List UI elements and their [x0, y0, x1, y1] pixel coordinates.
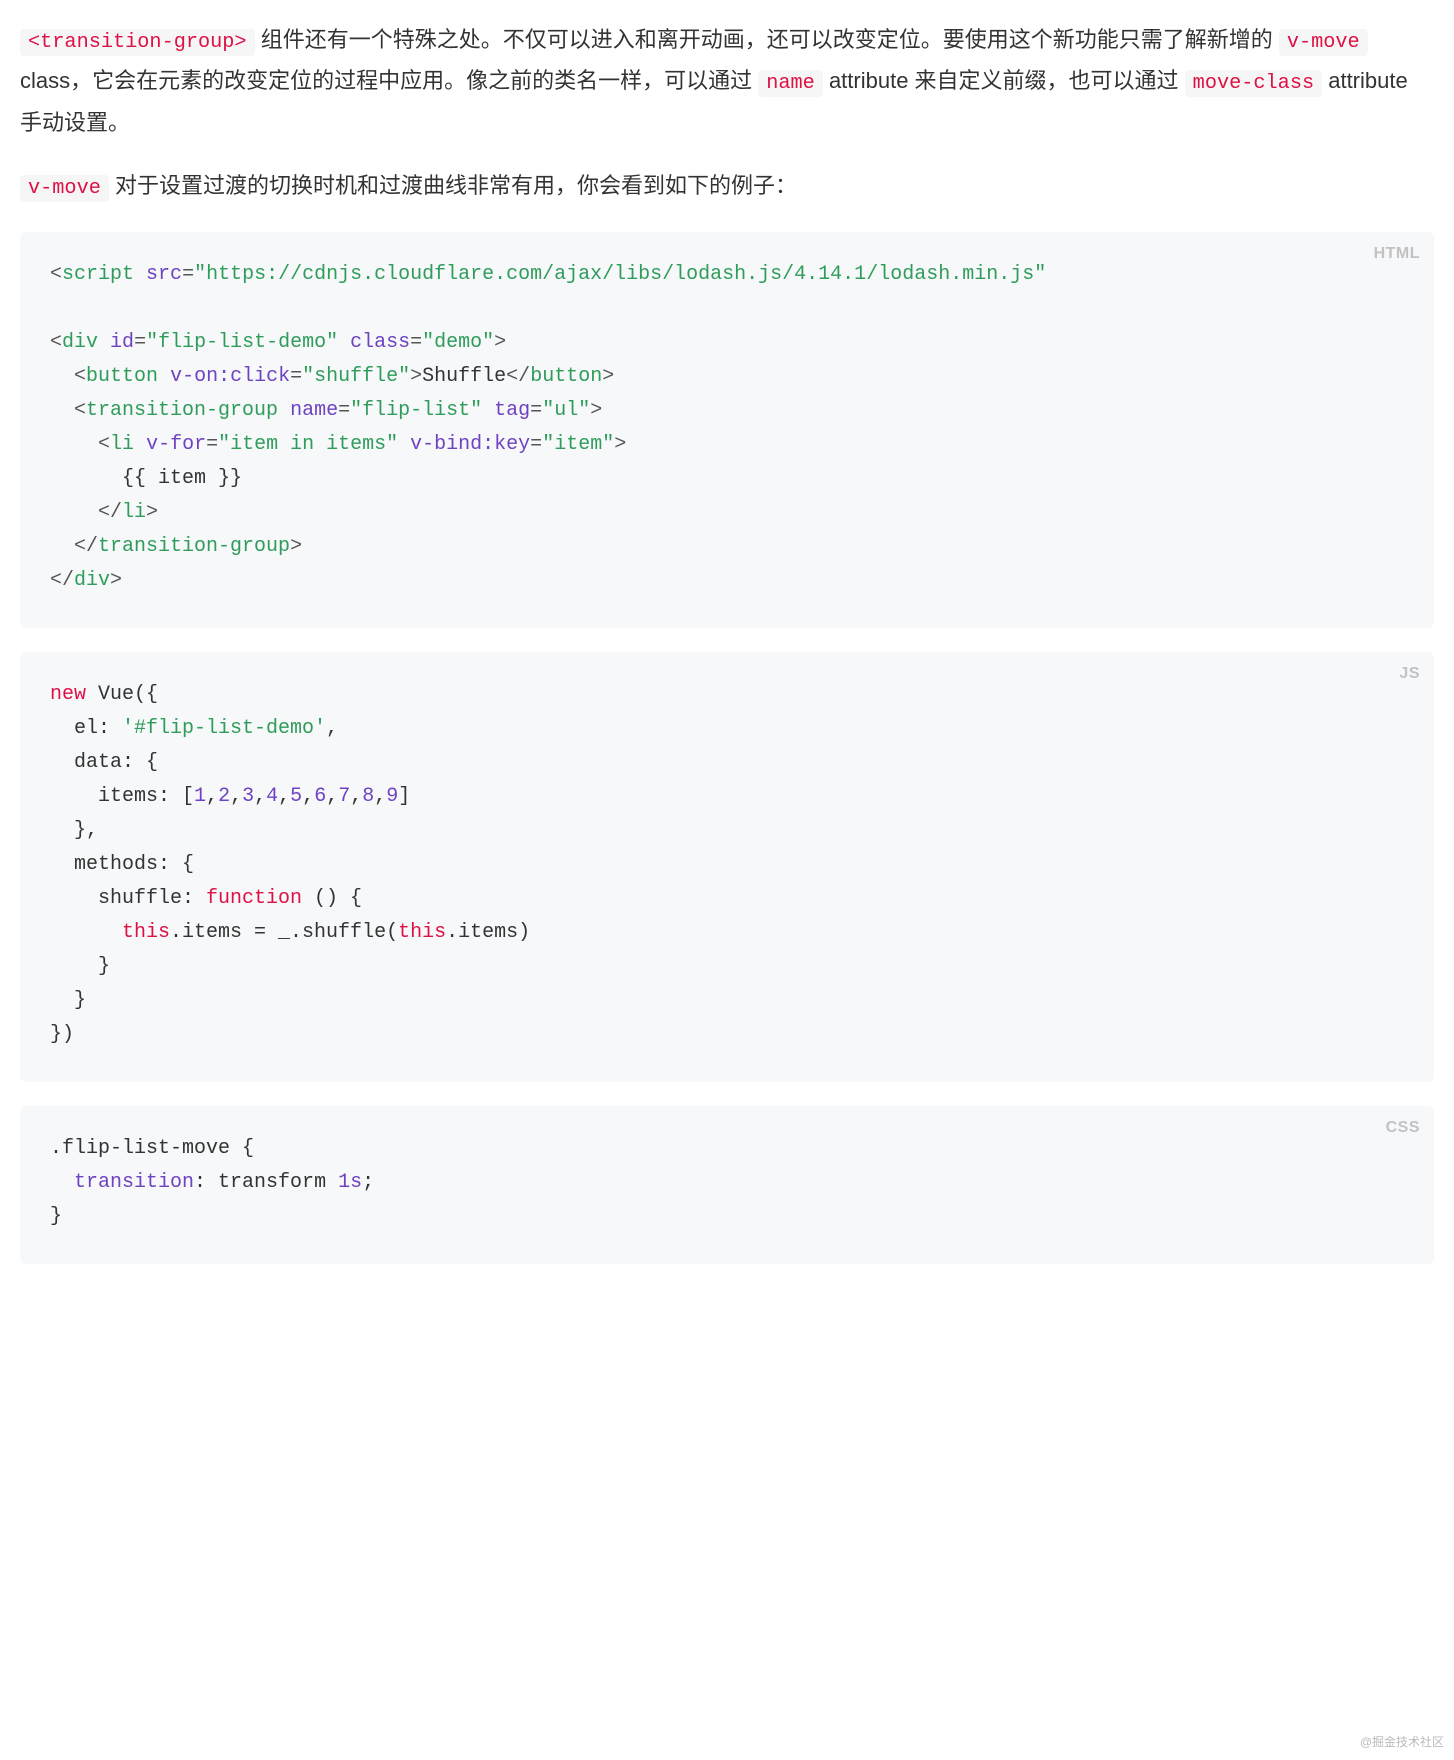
code-block-html: HTML<script src="https://cdnjs.cloudflar… [20, 232, 1434, 628]
text-seg: 组件还有一个特殊之处。不仅可以进入和离开动画，还可以改变定位。要使用这个新功能只… [255, 27, 1279, 52]
code-block-css: CSS.flip-list-move { transition: transfo… [20, 1106, 1434, 1264]
code-inline-name: name [758, 70, 823, 97]
intro-paragraph-1: <transition-group> 组件还有一个特殊之处。不仅可以进入和离开动… [20, 20, 1434, 142]
code-lang-label: CSS [1386, 1114, 1420, 1141]
code-inline-v-move: v-move [1279, 29, 1368, 56]
code-inline-transition-group: <transition-group> [20, 29, 255, 56]
code-lang-label: HTML [1374, 240, 1420, 267]
code-inline-v-move-2: v-move [20, 175, 109, 202]
code-inline-move-class: move-class [1185, 70, 1322, 97]
code-block-js: JSnew Vue({ el: '#flip-list-demo', data:… [20, 652, 1434, 1082]
text-seg: attribute 来自定义前缀，也可以通过 [823, 68, 1185, 93]
text-seg: 对于设置过渡的切换时机和过渡曲线非常有用，你会看到如下的例子： [109, 173, 797, 198]
intro-paragraph-2: v-move 对于设置过渡的切换时机和过渡曲线非常有用，你会看到如下的例子： [20, 166, 1434, 207]
code-lang-label: JS [1399, 660, 1420, 687]
watermark-text: @掘金技术社区 [1360, 1732, 1444, 1754]
text-seg: class，它会在元素的改变定位的过程中应用。像之前的类名一样，可以通过 [20, 68, 758, 93]
